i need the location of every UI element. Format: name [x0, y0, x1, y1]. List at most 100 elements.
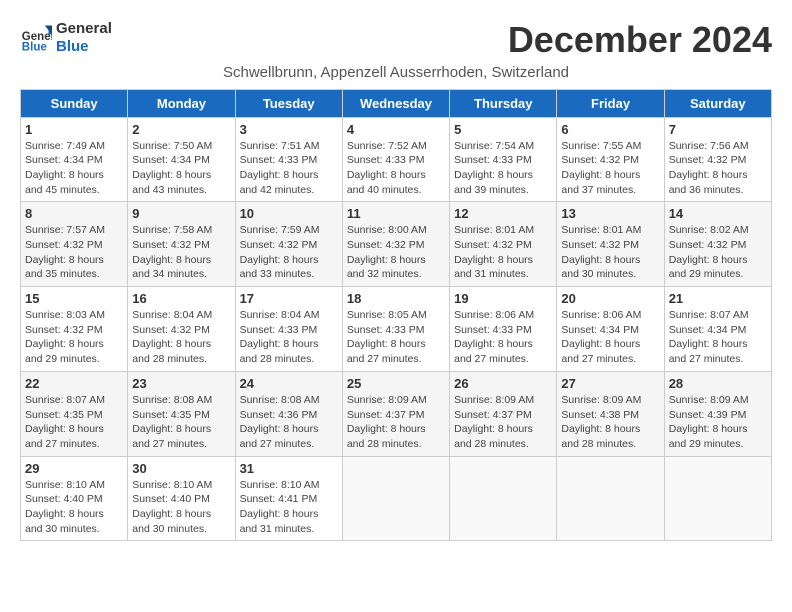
day-info: Sunrise: 8:09 AM Sunset: 4:39 PM Dayligh…	[669, 393, 767, 452]
day-info: Sunrise: 8:08 AM Sunset: 4:35 PM Dayligh…	[132, 393, 230, 452]
day-info: Sunrise: 8:09 AM Sunset: 4:37 PM Dayligh…	[347, 393, 445, 452]
day-number: 23	[132, 376, 230, 391]
title-block: December 2024	[508, 20, 772, 60]
calendar-day-cell: 29 Sunrise: 8:10 AM Sunset: 4:40 PM Dayl…	[21, 456, 128, 541]
day-info: Sunrise: 8:09 AM Sunset: 4:37 PM Dayligh…	[454, 393, 552, 452]
day-info: Sunrise: 8:06 AM Sunset: 4:34 PM Dayligh…	[561, 308, 659, 367]
day-number: 19	[454, 291, 552, 306]
day-info: Sunrise: 7:59 AM Sunset: 4:32 PM Dayligh…	[240, 223, 338, 282]
day-info: Sunrise: 8:07 AM Sunset: 4:34 PM Dayligh…	[669, 308, 767, 367]
calendar-day-cell: 25 Sunrise: 8:09 AM Sunset: 4:37 PM Dayl…	[342, 371, 449, 456]
day-number: 14	[669, 206, 767, 221]
day-info: Sunrise: 8:08 AM Sunset: 4:36 PM Dayligh…	[240, 393, 338, 452]
day-info: Sunrise: 8:06 AM Sunset: 4:33 PM Dayligh…	[454, 308, 552, 367]
calendar-day-header: Thursday	[450, 89, 557, 117]
calendar-day-cell: 4 Sunrise: 7:52 AM Sunset: 4:33 PM Dayli…	[342, 117, 449, 202]
day-number: 9	[132, 206, 230, 221]
calendar-day-header: Sunday	[21, 89, 128, 117]
calendar-day-cell: 26 Sunrise: 8:09 AM Sunset: 4:37 PM Dayl…	[450, 371, 557, 456]
calendar-day-cell: 20 Sunrise: 8:06 AM Sunset: 4:34 PM Dayl…	[557, 287, 664, 372]
calendar-day-cell: 18 Sunrise: 8:05 AM Sunset: 4:33 PM Dayl…	[342, 287, 449, 372]
calendar-day-cell: 24 Sunrise: 8:08 AM Sunset: 4:36 PM Dayl…	[235, 371, 342, 456]
calendar-week-row: 22 Sunrise: 8:07 AM Sunset: 4:35 PM Dayl…	[21, 371, 772, 456]
calendar-day-cell: 30 Sunrise: 8:10 AM Sunset: 4:40 PM Dayl…	[128, 456, 235, 541]
calendar-header-row: SundayMondayTuesdayWednesdayThursdayFrid…	[21, 89, 772, 117]
calendar-day-cell: 14 Sunrise: 8:02 AM Sunset: 4:32 PM Dayl…	[664, 202, 771, 287]
day-number: 17	[240, 291, 338, 306]
month-title: December 2024	[508, 20, 772, 60]
logo-line1: General	[56, 20, 112, 38]
day-info: Sunrise: 7:50 AM Sunset: 4:34 PM Dayligh…	[132, 139, 230, 198]
svg-text:Blue: Blue	[22, 41, 48, 53]
day-number: 10	[240, 206, 338, 221]
day-number: 1	[25, 122, 123, 137]
calendar-day-cell: 28 Sunrise: 8:09 AM Sunset: 4:39 PM Dayl…	[664, 371, 771, 456]
day-info: Sunrise: 8:09 AM Sunset: 4:38 PM Dayligh…	[561, 393, 659, 452]
day-info: Sunrise: 7:54 AM Sunset: 4:33 PM Dayligh…	[454, 139, 552, 198]
day-number: 16	[132, 291, 230, 306]
calendar-day-cell: 19 Sunrise: 8:06 AM Sunset: 4:33 PM Dayl…	[450, 287, 557, 372]
calendar-day-header: Wednesday	[342, 89, 449, 117]
page-header: General Blue General Blue December 2024	[20, 20, 772, 60]
calendar-day-header: Monday	[128, 89, 235, 117]
day-info: Sunrise: 7:57 AM Sunset: 4:32 PM Dayligh…	[25, 223, 123, 282]
calendar-day-cell: 13 Sunrise: 8:01 AM Sunset: 4:32 PM Dayl…	[557, 202, 664, 287]
day-info: Sunrise: 8:02 AM Sunset: 4:32 PM Dayligh…	[669, 223, 767, 282]
calendar-day-cell: 15 Sunrise: 8:03 AM Sunset: 4:32 PM Dayl…	[21, 287, 128, 372]
day-info: Sunrise: 7:51 AM Sunset: 4:33 PM Dayligh…	[240, 139, 338, 198]
day-info: Sunrise: 8:05 AM Sunset: 4:33 PM Dayligh…	[347, 308, 445, 367]
logo-line2: Blue	[56, 38, 112, 56]
calendar-day-cell	[557, 456, 664, 541]
calendar-day-cell: 17 Sunrise: 8:04 AM Sunset: 4:33 PM Dayl…	[235, 287, 342, 372]
day-info: Sunrise: 8:10 AM Sunset: 4:41 PM Dayligh…	[240, 478, 338, 537]
calendar-day-cell: 2 Sunrise: 7:50 AM Sunset: 4:34 PM Dayli…	[128, 117, 235, 202]
day-info: Sunrise: 7:56 AM Sunset: 4:32 PM Dayligh…	[669, 139, 767, 198]
calendar-table: SundayMondayTuesdayWednesdayThursdayFrid…	[20, 89, 772, 542]
calendar-week-row: 29 Sunrise: 8:10 AM Sunset: 4:40 PM Dayl…	[21, 456, 772, 541]
calendar-week-row: 1 Sunrise: 7:49 AM Sunset: 4:34 PM Dayli…	[21, 117, 772, 202]
day-number: 28	[669, 376, 767, 391]
calendar-day-cell: 23 Sunrise: 8:08 AM Sunset: 4:35 PM Dayl…	[128, 371, 235, 456]
day-number: 25	[347, 376, 445, 391]
day-number: 27	[561, 376, 659, 391]
day-number: 7	[669, 122, 767, 137]
day-number: 29	[25, 461, 123, 476]
logo: General Blue General Blue	[20, 20, 112, 56]
day-info: Sunrise: 8:07 AM Sunset: 4:35 PM Dayligh…	[25, 393, 123, 452]
day-number: 8	[25, 206, 123, 221]
calendar-day-cell: 9 Sunrise: 7:58 AM Sunset: 4:32 PM Dayli…	[128, 202, 235, 287]
day-number: 21	[669, 291, 767, 306]
calendar-day-cell: 12 Sunrise: 8:01 AM Sunset: 4:32 PM Dayl…	[450, 202, 557, 287]
day-number: 11	[347, 206, 445, 221]
logo-icon: General Blue	[20, 22, 52, 54]
day-number: 12	[454, 206, 552, 221]
day-info: Sunrise: 8:04 AM Sunset: 4:33 PM Dayligh…	[240, 308, 338, 367]
day-info: Sunrise: 8:10 AM Sunset: 4:40 PM Dayligh…	[132, 478, 230, 537]
day-info: Sunrise: 8:00 AM Sunset: 4:32 PM Dayligh…	[347, 223, 445, 282]
calendar-day-cell: 6 Sunrise: 7:55 AM Sunset: 4:32 PM Dayli…	[557, 117, 664, 202]
day-number: 3	[240, 122, 338, 137]
calendar-day-cell: 8 Sunrise: 7:57 AM Sunset: 4:32 PM Dayli…	[21, 202, 128, 287]
day-info: Sunrise: 8:03 AM Sunset: 4:32 PM Dayligh…	[25, 308, 123, 367]
calendar-day-cell	[342, 456, 449, 541]
calendar-day-cell: 22 Sunrise: 8:07 AM Sunset: 4:35 PM Dayl…	[21, 371, 128, 456]
calendar-week-row: 15 Sunrise: 8:03 AM Sunset: 4:32 PM Dayl…	[21, 287, 772, 372]
day-info: Sunrise: 7:52 AM Sunset: 4:33 PM Dayligh…	[347, 139, 445, 198]
calendar-day-cell: 10 Sunrise: 7:59 AM Sunset: 4:32 PM Dayl…	[235, 202, 342, 287]
calendar-day-cell: 7 Sunrise: 7:56 AM Sunset: 4:32 PM Dayli…	[664, 117, 771, 202]
day-number: 6	[561, 122, 659, 137]
day-number: 15	[25, 291, 123, 306]
day-number: 22	[25, 376, 123, 391]
day-number: 26	[454, 376, 552, 391]
day-info: Sunrise: 8:01 AM Sunset: 4:32 PM Dayligh…	[561, 223, 659, 282]
day-number: 20	[561, 291, 659, 306]
day-number: 30	[132, 461, 230, 476]
day-info: Sunrise: 7:58 AM Sunset: 4:32 PM Dayligh…	[132, 223, 230, 282]
calendar-day-header: Tuesday	[235, 89, 342, 117]
calendar-day-header: Saturday	[664, 89, 771, 117]
calendar-day-cell: 11 Sunrise: 8:00 AM Sunset: 4:32 PM Dayl…	[342, 202, 449, 287]
day-info: Sunrise: 7:55 AM Sunset: 4:32 PM Dayligh…	[561, 139, 659, 198]
calendar-day-cell	[664, 456, 771, 541]
day-info: Sunrise: 8:10 AM Sunset: 4:40 PM Dayligh…	[25, 478, 123, 537]
day-number: 18	[347, 291, 445, 306]
